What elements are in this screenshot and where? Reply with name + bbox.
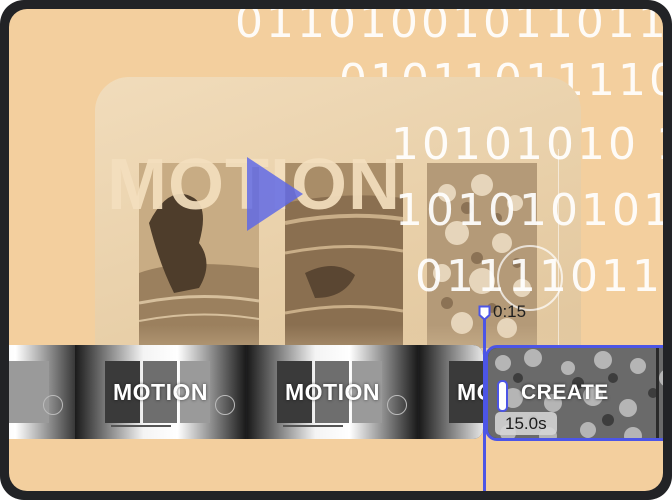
thumbnail-label: MOTION [285, 379, 380, 405]
thumbnail-label: MO [457, 379, 483, 405]
clip-trim-handle[interactable] [497, 380, 508, 412]
binary-text-line: 10101010 1010 [391, 119, 663, 170]
clip-title: CREATE [521, 381, 609, 404]
clip-duration-badge: 15.0s [495, 412, 557, 435]
app-frame: 01101001011011010 01011011110110 [0, 0, 672, 500]
playhead-handle-icon[interactable] [478, 305, 491, 321]
timeline-thumbnail[interactable]: MO [419, 345, 483, 439]
timeline-thumbnail[interactable]: MOTION [247, 345, 418, 439]
editor-canvas: 01101001011011010 01011011110110 [9, 9, 663, 491]
binary-text-line: 01101001011011010 [235, 9, 663, 48]
timeline-strip[interactable]: MOTION MOTION MO [9, 345, 483, 439]
timeline-thumbnail[interactable]: MOTION [75, 345, 246, 439]
thumbnail-label: MOTION [113, 379, 208, 405]
playhead-time: 0:15 [493, 302, 527, 321]
play-icon[interactable] [239, 153, 307, 235]
selected-clip[interactable]: CREATE 15.0s [485, 345, 663, 441]
playhead-line[interactable] [483, 315, 486, 491]
timeline-thumbnail[interactable] [9, 345, 84, 439]
binary-text-line: 1010101010101 [395, 185, 663, 236]
